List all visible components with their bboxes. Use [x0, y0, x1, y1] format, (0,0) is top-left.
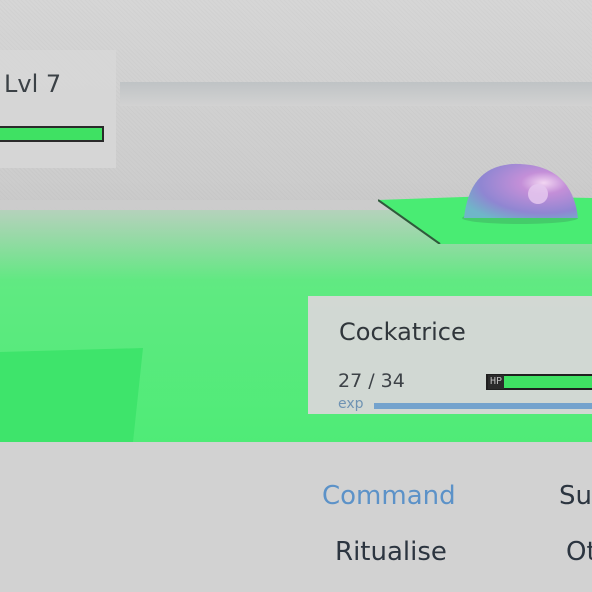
menu-other[interactable]: Ot: [566, 537, 592, 567]
player-status-panel: Cockatrice 27 / 34 HP exp: [308, 296, 592, 414]
enemy-hp-bar: [0, 126, 104, 142]
horizon-strip: [120, 82, 592, 106]
enemy-level: Lvl 7: [4, 70, 62, 98]
enemy-status-panel: Lvl 7: [0, 50, 116, 168]
player-exp-bar: [374, 403, 592, 409]
battle-command-menu: Command Su Ritualise Ot: [0, 442, 592, 592]
hp-label: HP: [488, 375, 505, 389]
player-hp-text: 27 / 34: [338, 370, 405, 392]
battle-scene: Lvl 7 Cockatrice 27 / 34 HP exp: [0, 0, 592, 442]
menu-summon[interactable]: Su: [559, 481, 592, 511]
player-hp-bar: HP: [486, 374, 592, 390]
player-creature-name: Cockatrice: [339, 318, 466, 346]
menu-ritualise[interactable]: Ritualise: [335, 537, 447, 567]
player-platform: [0, 348, 145, 442]
exp-label: exp: [338, 396, 364, 412]
enemy-creature: [460, 160, 582, 226]
menu-command[interactable]: Command: [322, 481, 456, 511]
